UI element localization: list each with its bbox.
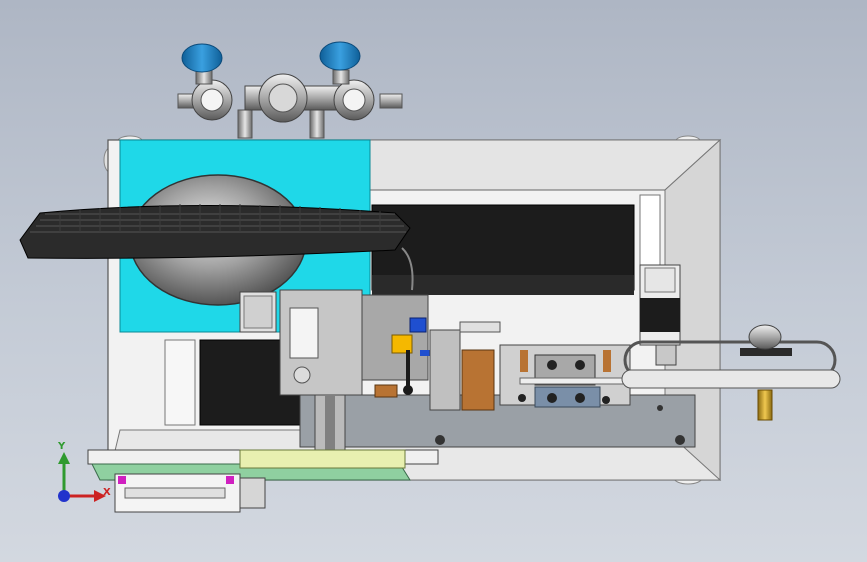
y-axis-label: Y (58, 441, 66, 452)
linear-guide-rail[interactable] (499, 344, 641, 408)
stepper-motor-right[interactable] (639, 264, 681, 346)
x-axis-label: X (103, 487, 111, 498)
assembly-model[interactable] (0, 0, 867, 562)
base-plate[interactable] (87, 449, 439, 513)
stepper-motor-left[interactable] (239, 291, 277, 333)
cad-viewport[interactable]: Y X (0, 0, 867, 562)
valve-assembly[interactable] (177, 41, 403, 139)
mechanism-plate[interactable] (299, 394, 696, 448)
